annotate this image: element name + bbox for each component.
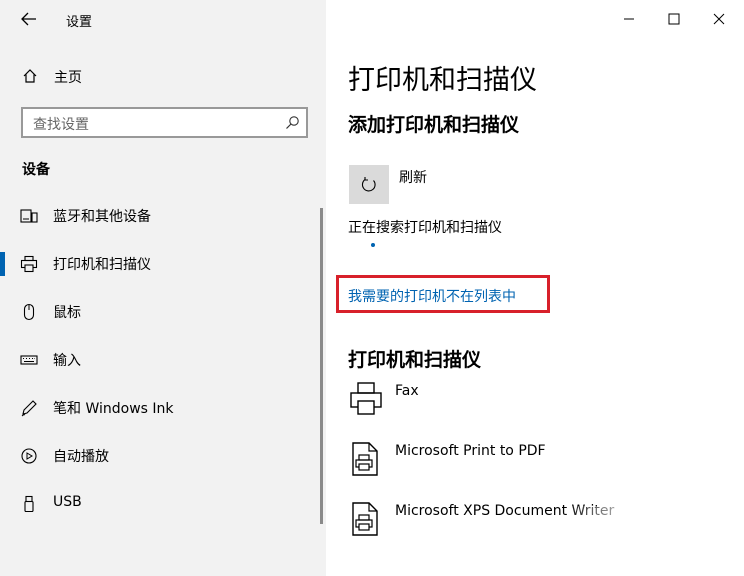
searching-status: 正在搜索打印机和扫描仪 <box>348 220 502 236</box>
maximize-icon <box>668 13 680 25</box>
mouse-icon <box>23 303 35 321</box>
sidebar-item-label: 主页 <box>54 70 82 86</box>
usb-icon <box>24 495 34 513</box>
search-input[interactable]: 查找设置 <box>21 107 308 138</box>
search-placeholder: 查找设置 <box>33 117 89 133</box>
sidebar: 设置 主页 查找设置 设备 蓝牙和其他设备 打印机和扫描仪 鼠标 输入 笔和 W… <box>0 0 326 576</box>
sidebar-scrollbar[interactable] <box>320 208 323 524</box>
back-arrow-icon <box>21 12 36 26</box>
keyboard-icon <box>20 355 38 365</box>
document-printer-icon <box>352 442 378 476</box>
device-name: Fax <box>395 383 419 399</box>
fax-icon <box>350 382 382 415</box>
sidebar-item-pen[interactable]: 笔和 Windows Ink <box>0 388 320 428</box>
sidebar-item-usb[interactable]: USB <box>0 484 320 524</box>
autoplay-icon <box>21 448 37 464</box>
maximize-button[interactable] <box>651 6 697 32</box>
minimize-button[interactable] <box>606 6 652 32</box>
refresh-button[interactable] <box>349 165 389 204</box>
minimize-icon <box>624 18 634 20</box>
add-section-title: 添加打印机和扫描仪 <box>348 114 520 136</box>
progress-dot <box>371 243 375 247</box>
main-content: 打印机和扫描仪 添加打印机和扫描仪 刷新 正在搜索打印机和扫描仪 我需要的打印机… <box>326 0 744 576</box>
sidebar-item-printers[interactable]: 打印机和扫描仪 <box>0 244 320 284</box>
device-name: Microsoft Print to PDF <box>395 443 546 459</box>
document-printer-icon <box>352 502 378 536</box>
refresh-label: 刷新 <box>399 170 427 186</box>
sidebar-item-typing[interactable]: 输入 <box>0 340 320 380</box>
printer-icon <box>20 255 38 273</box>
sidebar-item-label: 自动播放 <box>53 449 109 465</box>
sidebar-item-mouse[interactable]: 鼠标 <box>0 292 320 332</box>
app-title: 设置 <box>66 15 93 30</box>
close-icon <box>713 13 725 25</box>
close-button[interactable] <box>696 6 742 32</box>
sidebar-item-label: 笔和 Windows Ink <box>53 401 174 417</box>
watermark-fade <box>564 506 744 576</box>
sidebar-item-label: 输入 <box>53 353 81 369</box>
search-icon <box>286 116 299 129</box>
sidebar-section-title: 设备 <box>22 162 50 178</box>
sidebar-item-label: USB <box>53 494 82 510</box>
titlebar-left: 设置 <box>0 0 326 38</box>
printer-not-listed-link[interactable]: 我需要的打印机不在列表中 <box>348 286 516 306</box>
active-indicator <box>0 252 5 276</box>
sidebar-item-label: 打印机和扫描仪 <box>53 257 151 273</box>
sidebar-item-autoplay[interactable]: 自动播放 <box>0 436 320 476</box>
pen-icon <box>21 400 37 417</box>
sidebar-item-label: 鼠标 <box>53 305 81 321</box>
refresh-icon <box>361 176 376 191</box>
devices-section-title: 打印机和扫描仪 <box>348 349 482 371</box>
sidebar-item-home[interactable]: 主页 <box>0 60 320 92</box>
bluetooth-devices-icon <box>20 209 38 223</box>
device-item-fax[interactable]: Fax <box>348 381 678 431</box>
back-button[interactable] <box>14 8 44 30</box>
device-item-print-to-pdf[interactable]: Microsoft Print to PDF <box>348 441 678 491</box>
home-icon <box>23 69 37 83</box>
sidebar-item-label: 蓝牙和其他设备 <box>53 209 151 225</box>
page-title: 打印机和扫描仪 <box>348 65 537 96</box>
sidebar-item-bluetooth[interactable]: 蓝牙和其他设备 <box>0 196 320 236</box>
